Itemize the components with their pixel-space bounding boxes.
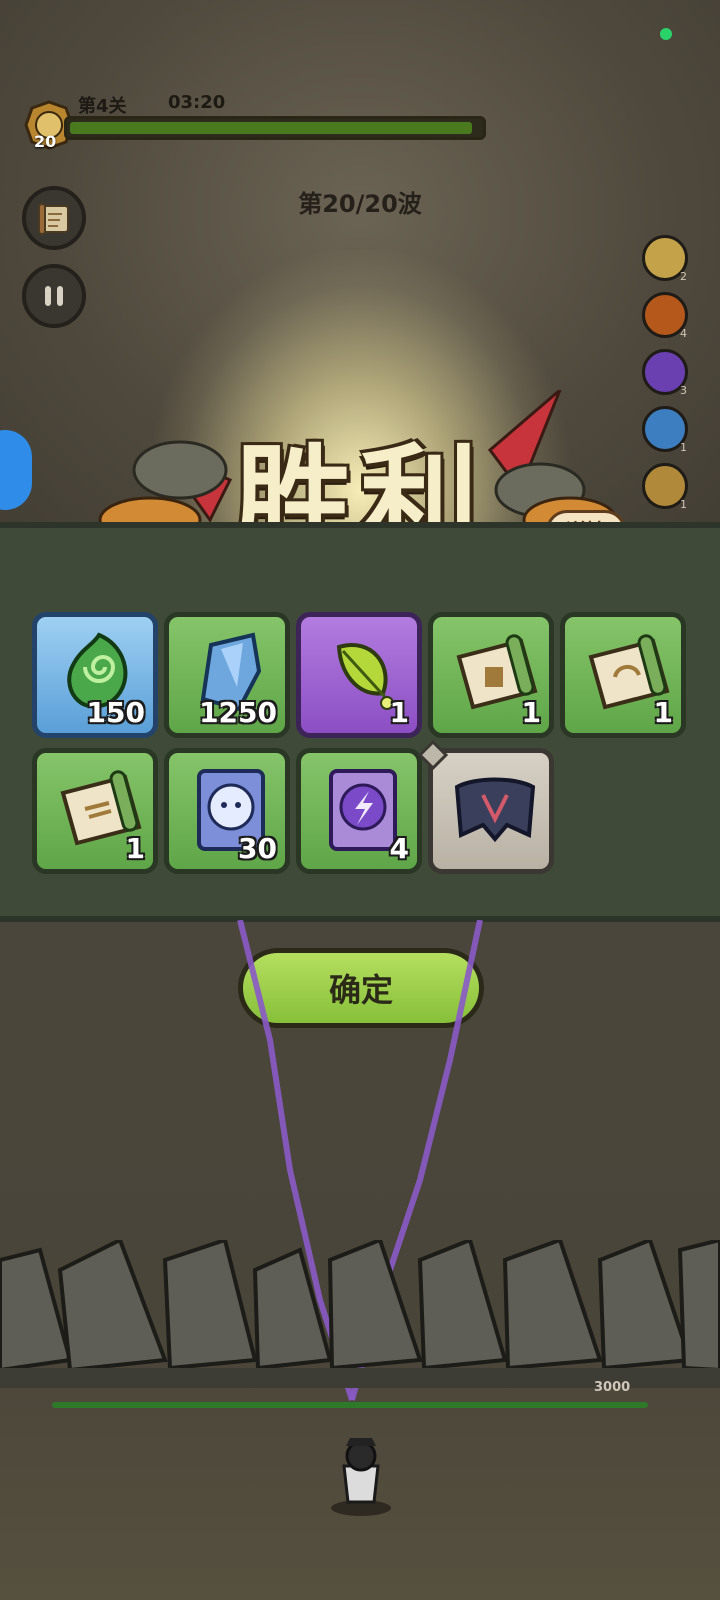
reward-quantity: 150 bbox=[86, 696, 145, 729]
reward-quantity: 30 bbox=[238, 832, 277, 865]
level-progress-bar bbox=[64, 116, 486, 140]
reward-quantity: 1 bbox=[653, 696, 673, 729]
reward-quantity: 1250 bbox=[199, 696, 277, 729]
status-indicator bbox=[660, 28, 672, 40]
pause-icon bbox=[45, 286, 63, 306]
reward-tile[interactable]: 1 bbox=[32, 748, 158, 874]
reward-tile[interactable]: 4 bbox=[296, 748, 422, 874]
reward-tile[interactable]: 30 bbox=[164, 748, 290, 874]
reward-quantity: 4 bbox=[389, 832, 409, 865]
shoulder-armor-icon bbox=[454, 777, 536, 843]
skill-count: 2 bbox=[680, 270, 687, 283]
map-button[interactable] bbox=[22, 186, 86, 250]
player-level: 20 bbox=[34, 132, 57, 151]
reward-tile[interactable]: 1 bbox=[560, 612, 686, 738]
reward-quantity: 1 bbox=[389, 696, 409, 729]
skill-count: 3 bbox=[680, 384, 687, 397]
skill-count: 4 bbox=[680, 327, 687, 340]
scroll-map-icon bbox=[38, 203, 69, 235]
reward-tile[interactable]: 1 bbox=[428, 612, 554, 738]
pause-button[interactable] bbox=[22, 264, 86, 328]
wave-counter: 第20/20波 bbox=[298, 190, 422, 218]
reward-tile[interactable]: 150 bbox=[32, 612, 158, 738]
reward-tile[interactable]: 1250 bbox=[164, 612, 290, 738]
hero-character bbox=[331, 1438, 391, 1516]
timer: 03:20 bbox=[168, 92, 226, 113]
base-hp: 3000 bbox=[594, 1380, 631, 1395]
level-label: 第4关 bbox=[78, 96, 127, 117]
level-progress-fill bbox=[70, 122, 472, 134]
reward-quantity: 1 bbox=[125, 832, 145, 865]
rock-wall bbox=[0, 1240, 720, 1388]
reward-tile[interactable]: 1 bbox=[296, 612, 422, 738]
base-hp-bar bbox=[52, 1402, 648, 1408]
reward-quantity: 1 bbox=[521, 696, 541, 729]
equipment-badge-icon bbox=[418, 740, 448, 770]
